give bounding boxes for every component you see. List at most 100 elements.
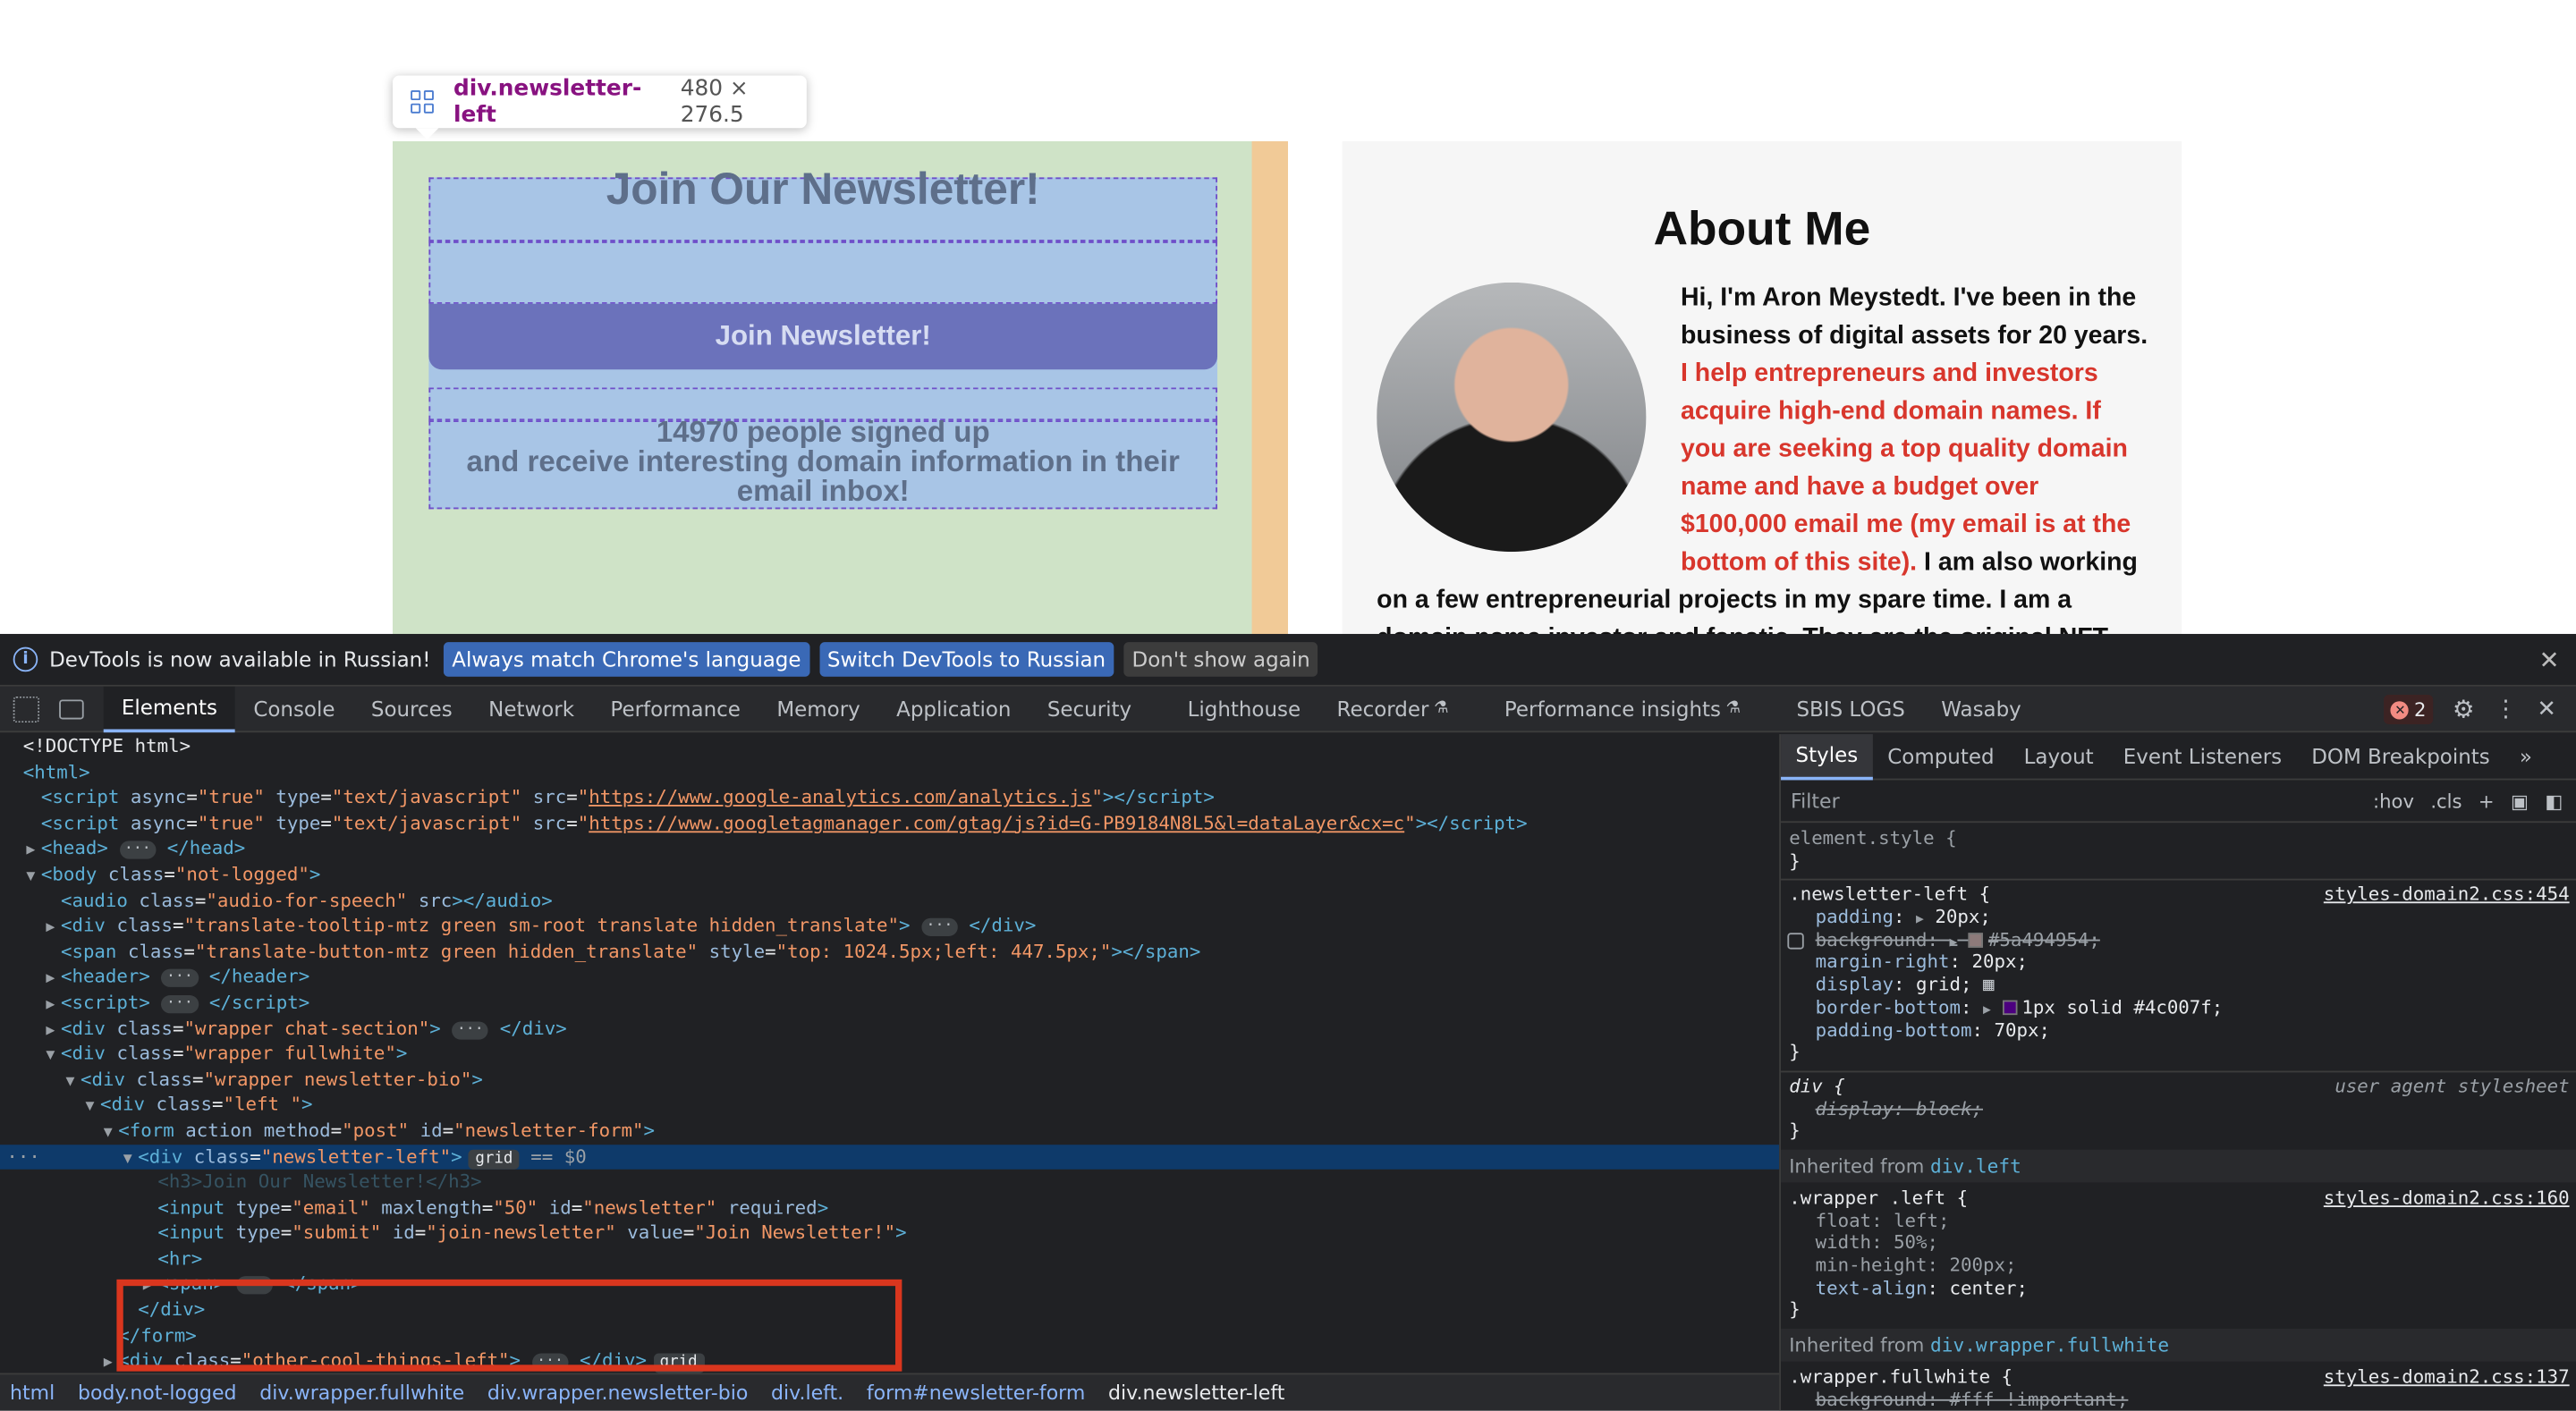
tree-line[interactable]: <hr> bbox=[0, 1246, 1779, 1272]
tab-elements[interactable]: Elements bbox=[103, 685, 236, 732]
tree-line[interactable]: <!DOCTYPE html> bbox=[0, 734, 1779, 760]
about-highlight: I help entrepreneurs and investors acqui… bbox=[1680, 359, 2131, 577]
filter-input[interactable]: Filter bbox=[1791, 790, 1840, 813]
cls-toggle[interactable]: .cls bbox=[2430, 790, 2462, 813]
breadcrumb-item[interactable]: div.wrapper.fullwhite bbox=[259, 1381, 464, 1405]
join-newsletter-button[interactable]: Join Newsletter! bbox=[428, 303, 1218, 370]
breadcrumb-item[interactable]: html bbox=[10, 1381, 55, 1405]
tree-line[interactable]: ▼ <div class="wrapper newsletter-bio"> bbox=[0, 1067, 1779, 1093]
more-options-icon[interactable]: ⋮ bbox=[2495, 697, 2518, 722]
tree-line[interactable]: <input type="email" maxlength="50" id="n… bbox=[0, 1196, 1779, 1221]
sidebar-toggle-icon[interactable]: ◧ bbox=[2545, 790, 2563, 813]
close-icon[interactable]: ✕ bbox=[2539, 646, 2560, 675]
inspect-element-icon[interactable] bbox=[13, 695, 40, 722]
breadcrumb-item[interactable]: div.newsletter-left bbox=[1108, 1381, 1284, 1405]
ua-rule-selector[interactable]: div {user agent stylesheet bbox=[1789, 1076, 2576, 1098]
match-language-button[interactable]: Always match Chrome's language bbox=[444, 642, 809, 677]
tree-line[interactable]: ▼ <div class="left "> bbox=[0, 1093, 1779, 1119]
tab-recorder-label: Recorder bbox=[1336, 696, 1429, 722]
source-link[interactable]: styles-domain2.css:137 bbox=[2324, 1366, 2570, 1389]
tab-layout[interactable]: Layout bbox=[2009, 734, 2108, 780]
css-property-inherited[interactable]: min-height: 200px; bbox=[1789, 1255, 2576, 1277]
paint-icon[interactable]: ▣ bbox=[2511, 790, 2529, 813]
collapse-triangle-icon[interactable]: ▼ bbox=[26, 866, 41, 891]
css-property-overridden[interactable]: background: #fff !important; bbox=[1789, 1389, 2576, 1410]
tab-network[interactable]: Network bbox=[470, 686, 592, 731]
rule-selector[interactable]: .wrapper.fullwhite {styles-domain2.css:1… bbox=[1789, 1366, 2576, 1389]
tab-wasaby[interactable]: Wasaby bbox=[1923, 686, 2039, 731]
css-property-inherited[interactable]: float: left; bbox=[1789, 1210, 2576, 1232]
tab-recorder[interactable]: Recorder ⚗ bbox=[1318, 686, 1466, 731]
property-checkbox[interactable] bbox=[1787, 932, 1804, 950]
grid-editor-icon[interactable]: ▦ bbox=[1983, 974, 1995, 995]
gear-icon[interactable]: ⚙ bbox=[2453, 695, 2475, 724]
tree-line[interactable]: <script async="true" type="text/javascri… bbox=[0, 811, 1779, 837]
element-style-rule[interactable]: element.style { bbox=[1789, 828, 2576, 850]
tree-line[interactable]: ▼ <form action method="post" id="newslett… bbox=[0, 1119, 1779, 1145]
tab-computed[interactable]: Computed bbox=[1873, 734, 2009, 780]
note-line-2: and receive interesting domain informati… bbox=[466, 444, 1180, 478]
tab-application[interactable]: Application bbox=[878, 686, 1030, 731]
css-property[interactable]: margin-right: 20px; bbox=[1789, 951, 2576, 974]
tree-line[interactable]: ▶ <head> ··· </head> bbox=[0, 837, 1779, 863]
tree-line[interactable]: ▼ <div class="wrapper fullwhite"> bbox=[0, 1042, 1779, 1068]
css-property[interactable]: padding: ▶ 20px; bbox=[1789, 907, 2576, 929]
rule-selector[interactable]: .newsletter-left {styles-domain2.css:454 bbox=[1789, 884, 2576, 907]
tab-memory[interactable]: Memory bbox=[758, 686, 878, 731]
breadcrumb-item[interactable]: body.not-logged bbox=[78, 1381, 237, 1405]
tree-line[interactable]: <html> bbox=[0, 760, 1779, 786]
script-src-link[interactable]: https://www.googletagmanager.com/gtag/js… bbox=[589, 813, 1404, 834]
tree-line[interactable]: <span class="translate-button-mtz green … bbox=[0, 939, 1779, 965]
breadcrumb-item[interactable]: form#newsletter-form bbox=[867, 1381, 1085, 1405]
source-link[interactable]: styles-domain2.css:454 bbox=[2324, 884, 2570, 907]
color-swatch[interactable] bbox=[2002, 1000, 2017, 1015]
tab-performance[interactable]: Performance bbox=[592, 686, 758, 731]
error-counter[interactable]: ✕ 2 bbox=[2384, 694, 2433, 725]
grid-badge[interactable]: grid bbox=[469, 1148, 520, 1169]
close-devtools-icon[interactable]: ✕ bbox=[2537, 697, 2556, 722]
switch-language-button[interactable]: Switch DevTools to Russian bbox=[818, 642, 1114, 677]
more-tabs-icon[interactable]: » bbox=[2504, 734, 2546, 780]
css-property[interactable]: text-align: center; bbox=[1789, 1277, 2576, 1299]
device-toolbar-icon[interactable] bbox=[59, 698, 84, 719]
add-rule-icon[interactable]: + bbox=[2479, 790, 2495, 813]
breadcrumb-item[interactable]: div.left. bbox=[771, 1381, 843, 1405]
css-property[interactable]: padding-bottom: 70px; bbox=[1789, 1019, 2576, 1042]
tree-line[interactable]: ▶ <div class="wrapper chat-section"> ··· … bbox=[0, 1016, 1779, 1042]
color-swatch[interactable] bbox=[1968, 932, 1984, 948]
tree-line[interactable]: <h3>Join Our Newsletter!</h3> bbox=[0, 1170, 1779, 1196]
tree-line[interactable]: <input type="submit" id="join-newsletter… bbox=[0, 1221, 1779, 1246]
source-link[interactable]: styles-domain2.css:160 bbox=[2324, 1187, 2570, 1210]
flask-icon: ⚗ bbox=[1433, 699, 1449, 718]
tree-line[interactable]: ▶ <script> ··· </script> bbox=[0, 990, 1779, 1016]
tab-sources[interactable]: Sources bbox=[353, 686, 470, 731]
tab-sbis-logs[interactable]: SBIS LOGS bbox=[1778, 686, 1923, 731]
page-viewport: div.newsletter-left 480 × 276.5 Join Our… bbox=[0, 0, 2576, 634]
script-src-link[interactable]: https://www.google-analytics.com/analyti… bbox=[589, 787, 1091, 808]
tree-line-selected[interactable]: ··· ▼ <div class="newsletter-left"> grid ==… bbox=[0, 1144, 1780, 1170]
tree-line[interactable]: ▶ <div class="translate-tooltip-mtz green… bbox=[0, 914, 1779, 940]
tree-line[interactable]: <audio class="audio-for-speech" src></au… bbox=[0, 888, 1779, 914]
css-property-inherited[interactable]: width: 50%; bbox=[1789, 1232, 2576, 1255]
tree-line[interactable]: ▼ <body class="not-logged"> bbox=[0, 862, 1779, 888]
tab-console[interactable]: Console bbox=[235, 686, 353, 731]
css-property[interactable]: display: grid; ▦ bbox=[1789, 974, 2576, 996]
css-property-disabled[interactable]: background: ▶ #5a494954; bbox=[1787, 929, 2576, 951]
hov-toggle[interactable]: :hov bbox=[2373, 790, 2414, 813]
tab-event-listeners[interactable]: Event Listeners bbox=[2108, 734, 2296, 780]
tab-lighthouse[interactable]: Lighthouse bbox=[1169, 686, 1318, 731]
about-intro: Hi, I'm Aron Meystedt. I've been in the … bbox=[1680, 283, 2148, 351]
breadcrumb-item[interactable]: div.wrapper.newsletter-bio bbox=[487, 1381, 748, 1405]
tab-security[interactable]: Security bbox=[1030, 686, 1150, 731]
rule-selector[interactable]: .wrapper .left {styles-domain2.css:160 bbox=[1789, 1187, 2576, 1210]
tab-dom-breakpoints[interactable]: DOM Breakpoints bbox=[2297, 734, 2505, 780]
tree-line[interactable]: <script async="true" type="text/javascri… bbox=[0, 785, 1779, 811]
tree-line[interactable]: ▶ <header> ··· </header> bbox=[0, 965, 1779, 991]
breadcrumb: html body.not-logged div.wrapper.fullwhi… bbox=[0, 1373, 1780, 1411]
tab-performance-insights[interactable]: Performance insights ⚗ bbox=[1487, 686, 1759, 731]
css-property[interactable]: border-bottom: ▶ 1px solid #4c007f; bbox=[1789, 997, 2576, 1019]
dont-show-again-button[interactable]: Don't show again bbox=[1123, 642, 1318, 677]
css-property-overridden[interactable]: display: block; bbox=[1789, 1098, 2576, 1120]
tab-styles[interactable]: Styles bbox=[1781, 734, 1873, 780]
newsletter-note: 14970 people signed up and receive inter… bbox=[428, 418, 1217, 506]
